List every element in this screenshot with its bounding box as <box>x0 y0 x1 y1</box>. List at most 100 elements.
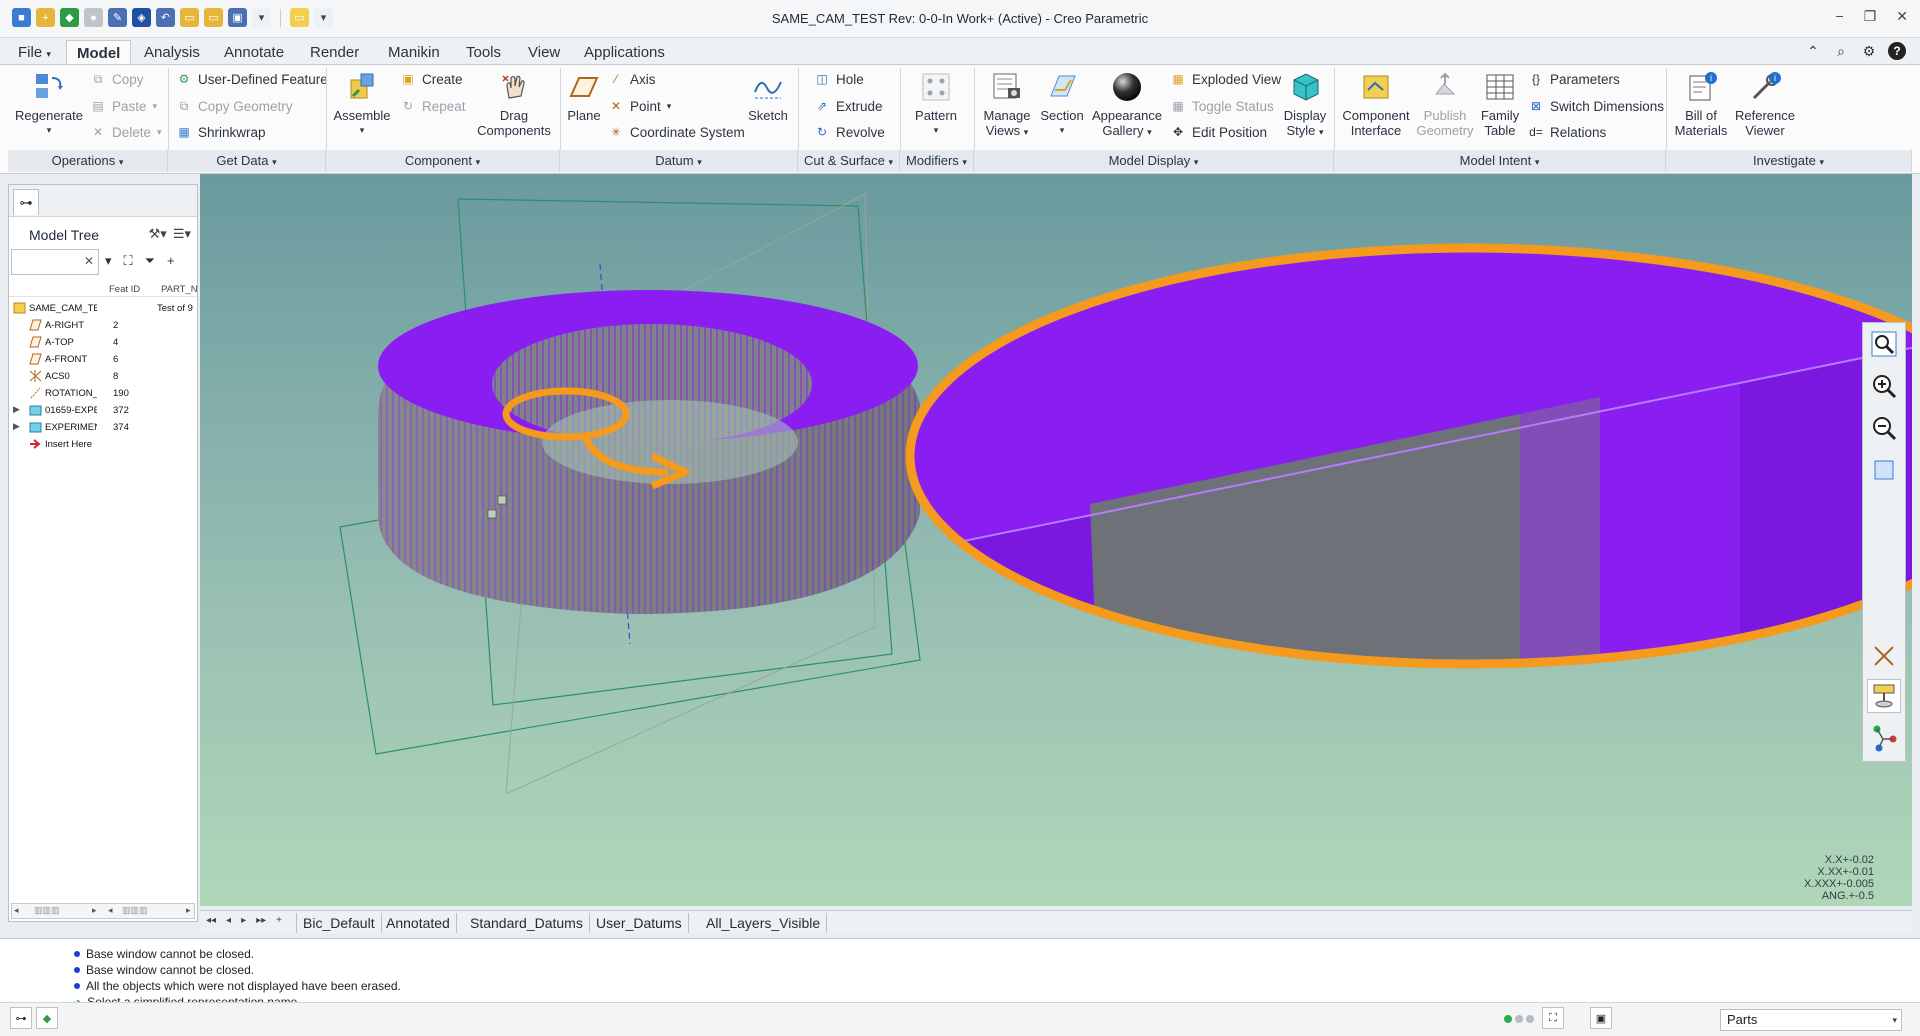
save-icon[interactable]: ● <box>84 8 103 27</box>
undo-icon[interactable]: ↶ <box>156 8 175 27</box>
tree-horizontal-scrollbar[interactable]: ◂ ▥▥▥ ▸ ◂ ▥▥▥ ▸ <box>11 903 195 919</box>
tree-row[interactable]: A-FRONT 6 <box>9 352 197 368</box>
reference-viewer-button[interactable]: i Reference Viewer <box>1730 70 1800 138</box>
revolve-button[interactable]: ↻ Revolve <box>814 124 885 140</box>
zoom-out-icon[interactable] <box>1867 411 1901 445</box>
tree-row[interactable]: A-RIGHT 2 <box>9 318 197 334</box>
first-tab-icon[interactable]: ◂◂ <box>206 915 216 926</box>
chevron-down-icon[interactable]: ▾ <box>252 8 271 27</box>
group-model-intent[interactable]: Model Intent ▾ <box>1334 150 1666 172</box>
group-component[interactable]: Component ▾ <box>326 150 560 172</box>
copy-geometry-button[interactable]: ⧉ Copy Geometry <box>176 98 293 114</box>
refit-icon[interactable] <box>1867 327 1901 361</box>
graphics-viewport[interactable]: X.X+-0.02 X.XX+-0.01 X.XXX+-0.005 ANG.+-… <box>200 174 1912 906</box>
tree-row[interactable]: ROTATION_ 190 <box>9 386 197 402</box>
axis-button[interactable]: ⁄ Axis <box>608 71 656 87</box>
tree-columns-icon[interactable]: ☰▾ <box>173 226 191 242</box>
group-cut-surface[interactable]: Cut & Surface ▾ <box>798 150 900 172</box>
regenerate-qa-icon[interactable]: ✎ <box>108 8 127 27</box>
parameters-button[interactable]: {} Parameters <box>1528 71 1620 87</box>
filter-icon[interactable]: ⏷ <box>145 253 155 269</box>
model-tree-search-input[interactable]: ✕ <box>11 249 99 275</box>
create-button[interactable]: ▣ Create <box>400 71 462 87</box>
sketch-button[interactable]: Sketch <box>746 70 790 123</box>
last-tab-icon[interactable]: ▸▸ <box>256 915 266 926</box>
exploded-view-button[interactable]: ▦ Exploded View <box>1170 71 1281 87</box>
help-icon[interactable]: ? <box>1888 42 1906 60</box>
tab-tools[interactable]: Tools <box>456 40 511 64</box>
shrinkwrap-button[interactable]: ▦ Shrinkwrap <box>176 124 265 140</box>
bill-of-materials-button[interactable]: i Bill of Materials <box>1670 70 1732 138</box>
coordinate-system-button[interactable]: ✳ Coordinate System <box>608 124 745 140</box>
relations-button[interactable]: d= Relations <box>1528 124 1606 140</box>
search-dropdown-icon[interactable]: ▾ <box>105 253 112 269</box>
display-style-button[interactable]: Display Style ▾ <box>1278 70 1332 140</box>
selection-filter-select[interactable]: Parts ▾ <box>1720 1009 1902 1031</box>
customize-qat-icon[interactable]: ▾ <box>314 8 333 27</box>
browser-toggle-icon[interactable]: ◆ <box>36 1007 58 1029</box>
close-icon[interactable]: ✕ <box>1896 8 1908 25</box>
tree-row[interactable]: A-TOP 4 <box>9 335 197 351</box>
expand-icon[interactable]: ▶ <box>13 404 20 415</box>
minimize-ribbon-icon[interactable]: ⌃ <box>1804 42 1822 60</box>
group-operations[interactable]: Operations ▾ <box>8 150 168 172</box>
tree-row[interactable]: ▶ 01659-EXPE 372 <box>9 403 197 419</box>
clear-search-icon[interactable]: ✕ <box>84 254 94 268</box>
tab-annotate[interactable]: Annotate <box>214 40 294 64</box>
csys-display-icon[interactable] <box>1867 639 1901 673</box>
open-file-icon[interactable]: ◆ <box>60 8 79 27</box>
folder-open-icon[interactable]: ▭ <box>204 8 223 27</box>
close-window-icon[interactable]: ▭ <box>290 8 309 27</box>
windows-icon[interactable]: ◈ <box>132 8 151 27</box>
point-button[interactable]: ✕ Point ▾ <box>608 98 671 114</box>
switch-dimensions-button[interactable]: ⊠ Switch Dimensions <box>1528 98 1664 114</box>
group-get-data[interactable]: Get Data ▾ <box>168 150 326 172</box>
extrude-button[interactable]: ⇗ Extrude <box>814 98 883 114</box>
column-feat-id[interactable]: Feat ID <box>109 284 140 295</box>
repaint-icon[interactable] <box>1867 453 1901 487</box>
group-datum[interactable]: Datum ▾ <box>560 150 798 172</box>
annotation-display-icon[interactable] <box>1867 721 1901 755</box>
tree-settings-icon[interactable]: ⚒▾ <box>149 226 167 242</box>
window-switch-icon[interactable]: ▣ <box>228 8 247 27</box>
folder-icon[interactable]: ▭ <box>180 8 199 27</box>
navigator-toggle-icon[interactable]: ⊶ <box>10 1007 32 1029</box>
next-tab-icon[interactable]: ▸ <box>241 915 246 926</box>
drag-components-button[interactable]: Drag Components <box>474 70 554 138</box>
appearance-gallery-button[interactable]: Appearance Gallery ▾ <box>1088 70 1166 140</box>
find-binoculars-icon[interactable]: ⛶ <box>124 253 133 269</box>
restore-icon[interactable]: ❐ <box>1864 8 1877 25</box>
publish-geometry-button[interactable]: Publish Geometry <box>1412 70 1478 138</box>
hole-button[interactable]: ◫ Hole <box>814 71 863 87</box>
spin-center-icon[interactable] <box>1867 679 1901 713</box>
find-icon[interactable]: ⛶ <box>1542 1007 1564 1029</box>
selection-window-icon[interactable]: ▣ <box>1590 1007 1612 1029</box>
section-button[interactable]: Section ▾ <box>1036 70 1088 138</box>
prev-tab-icon[interactable]: ◂ <box>226 915 231 926</box>
tab-model[interactable]: Model <box>66 40 132 64</box>
tab-all-layers-visible[interactable]: All_Layers_Visible <box>694 913 828 933</box>
tab-user-datums[interactable]: User_Datums <box>590 913 689 933</box>
group-model-display[interactable]: Model Display ▾ <box>974 150 1334 172</box>
tab-analysis[interactable]: Analysis <box>134 40 210 64</box>
manage-views-button[interactable]: Manage Views ▾ <box>976 70 1038 140</box>
settings-icon[interactable]: ⚙ <box>1860 42 1878 60</box>
tree-row[interactable]: Insert Here <box>9 437 197 453</box>
regenerate-button[interactable]: Regenerate ▾ <box>14 70 84 138</box>
search-icon[interactable]: ⌕ <box>1832 42 1850 60</box>
add-column-icon[interactable]: + <box>167 253 175 269</box>
assemble-button[interactable]: Assemble ▾ <box>330 70 394 138</box>
group-investigate[interactable]: Investigate ▾ <box>1666 150 1912 172</box>
tab-view[interactable]: View <box>518 40 570 64</box>
tab-render[interactable]: Render <box>300 40 369 64</box>
repeat-button[interactable]: ↻ Repeat <box>400 98 466 114</box>
edit-position-button[interactable]: ✥ Edit Position <box>1170 124 1267 140</box>
tree-row[interactable]: ACS0 8 <box>9 369 197 385</box>
family-table-button[interactable]: Family Table <box>1476 70 1524 138</box>
column-part-n[interactable]: PART_N <box>161 284 198 295</box>
tab-file[interactable]: File ▾ <box>8 40 61 64</box>
copy-button[interactable]: ⧉ Copy <box>90 71 144 87</box>
user-defined-feature-button[interactable]: ⚙ User-Defined Feature <box>176 71 328 87</box>
delete-button[interactable]: ✕ Delete ▾ <box>90 124 162 140</box>
tree-row[interactable]: SAME_CAM_TES Test of 9 <box>9 301 197 317</box>
